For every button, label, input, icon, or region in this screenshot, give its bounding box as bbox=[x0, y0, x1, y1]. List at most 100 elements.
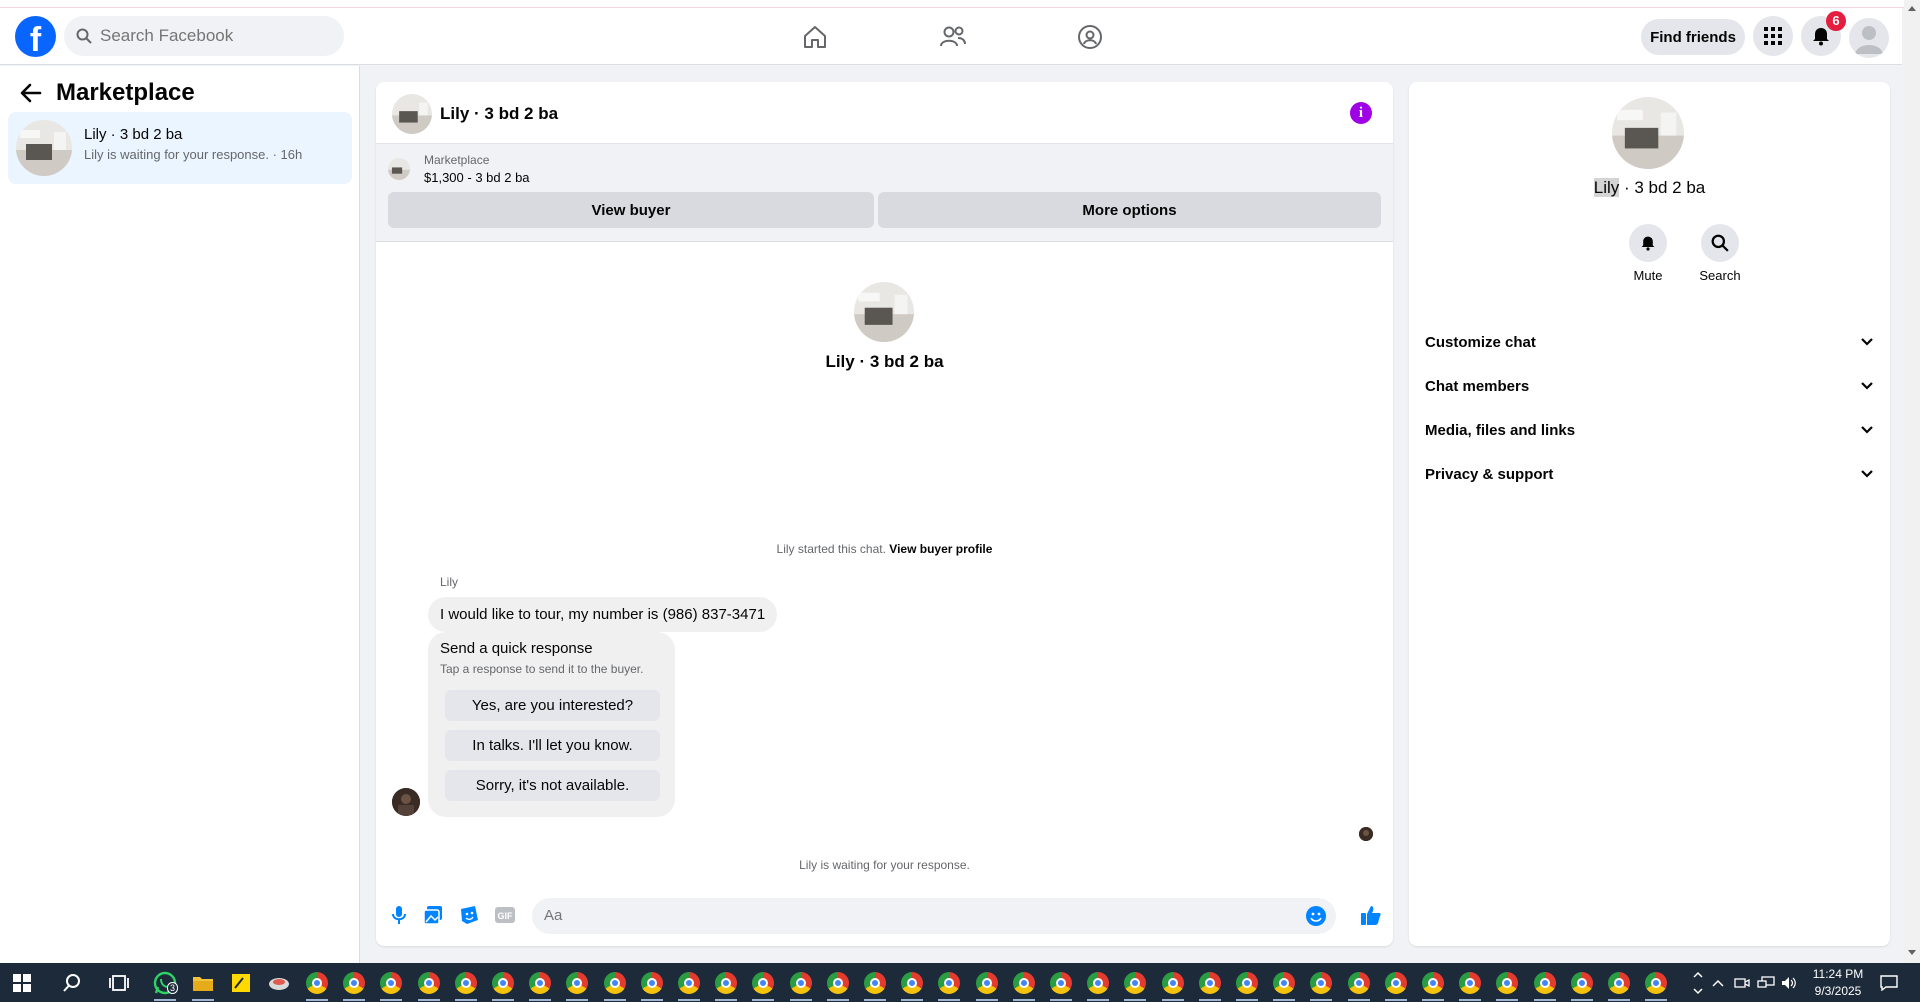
chrome-window-icon[interactable] bbox=[377, 969, 405, 1001]
photo-attach-icon[interactable] bbox=[422, 904, 444, 926]
network-icon[interactable] bbox=[1757, 963, 1775, 1002]
chat-members-section[interactable]: Chat members bbox=[1425, 364, 1874, 408]
file-explorer-icon[interactable] bbox=[189, 969, 217, 1001]
back-arrow-icon[interactable] bbox=[18, 80, 46, 108]
chrome-window-icon[interactable] bbox=[787, 969, 815, 1001]
chrome-window-icon[interactable] bbox=[861, 969, 889, 1001]
profile-avatar[interactable] bbox=[1849, 18, 1889, 58]
details-thumbnail[interactable] bbox=[1612, 97, 1684, 169]
chrome-window-icon[interactable] bbox=[935, 969, 963, 1001]
chrome-window-icon[interactable] bbox=[1456, 969, 1484, 1001]
chrome-window-icon[interactable] bbox=[749, 969, 777, 1001]
conversation-item[interactable]: Lily · 3 bd 2 ba Lily is waiting for you… bbox=[8, 112, 352, 184]
chrome-window-icon[interactable] bbox=[1642, 969, 1670, 1001]
media-files-links-section[interactable]: Media, files and links bbox=[1425, 408, 1874, 452]
volume-icon[interactable] bbox=[1781, 963, 1797, 1002]
chrome-window-icon[interactable] bbox=[1345, 969, 1373, 1001]
facebook-logo-icon[interactable]: f bbox=[15, 16, 56, 57]
menu-grid-icon[interactable] bbox=[1753, 16, 1793, 56]
quick-response-button[interactable]: Sorry, it's not available. bbox=[445, 770, 660, 801]
gif-icon[interactable]: GIF bbox=[494, 904, 516, 926]
search-action[interactable]: Search bbox=[1685, 224, 1755, 283]
chrome-window-icon[interactable] bbox=[415, 969, 443, 1001]
chrome-window-icon[interactable] bbox=[1531, 969, 1559, 1001]
chrome-window-icon[interactable] bbox=[898, 969, 926, 1001]
search-box[interactable] bbox=[64, 16, 344, 56]
chrome-window-icon[interactable] bbox=[1568, 969, 1596, 1001]
tray-meet-icon[interactable] bbox=[1734, 963, 1750, 1002]
message-composer[interactable] bbox=[532, 898, 1336, 934]
chrome-window-icon[interactable] bbox=[1270, 969, 1298, 1001]
search-input[interactable] bbox=[100, 26, 320, 46]
tray-scroll-icon[interactable] bbox=[1692, 967, 1704, 999]
chrome-window-icon[interactable] bbox=[303, 969, 331, 1001]
chrome-window-icon[interactable] bbox=[1233, 969, 1261, 1001]
sender-avatar[interactable] bbox=[392, 788, 420, 816]
chrome-window-icon[interactable] bbox=[712, 969, 740, 1001]
browser-edge bbox=[0, 0, 1920, 8]
microphone-icon[interactable] bbox=[388, 904, 410, 926]
page-scrollbar[interactable] bbox=[1904, 0, 1920, 963]
quick-response-button[interactable]: In talks. I'll let you know. bbox=[445, 730, 660, 761]
listing-price[interactable]: $1,300 - 3 bd 2 ba bbox=[424, 170, 530, 185]
chrome-window-icon[interactable] bbox=[1196, 969, 1224, 1001]
quick-response-button[interactable]: Yes, are you interested? bbox=[445, 690, 660, 721]
taskbar-search-icon[interactable] bbox=[58, 969, 86, 997]
chrome-icon bbox=[975, 972, 998, 994]
info-icon[interactable]: i bbox=[1350, 102, 1372, 124]
chat-title[interactable]: Lily · 3 bd 2 ba bbox=[440, 104, 558, 124]
view-buyer-button[interactable]: View buyer bbox=[388, 192, 874, 228]
chrome-window-icon[interactable] bbox=[563, 969, 591, 1001]
find-friends-button[interactable]: Find friends bbox=[1641, 19, 1745, 55]
chrome-window-icon[interactable] bbox=[1307, 969, 1335, 1001]
chrome-window-icon[interactable] bbox=[1493, 969, 1521, 1001]
privacy-support-section[interactable]: Privacy & support bbox=[1425, 452, 1874, 496]
chrome-window-icon[interactable] bbox=[452, 969, 480, 1001]
chrome-window-icon[interactable] bbox=[489, 969, 517, 1001]
sticker-icon[interactable] bbox=[458, 904, 480, 926]
mute-action[interactable]: Mute bbox=[1613, 224, 1683, 283]
chrome-window-icon[interactable] bbox=[675, 969, 703, 1001]
chrome-window-icon[interactable] bbox=[1121, 969, 1149, 1001]
chrome-window-icon[interactable] bbox=[526, 969, 554, 1001]
friends-icon[interactable] bbox=[938, 22, 968, 52]
more-options-button[interactable]: More options bbox=[878, 192, 1381, 228]
chrome-window-icon[interactable] bbox=[601, 969, 629, 1001]
quick-response-title: Send a quick response bbox=[440, 640, 593, 657]
scroll-down-arrow-icon[interactable] bbox=[1908, 950, 1916, 955]
chrome-icon bbox=[1570, 972, 1593, 994]
chrome-window-icon[interactable] bbox=[1419, 969, 1447, 1001]
chrome-window-icon[interactable] bbox=[824, 969, 852, 1001]
scroll-up-arrow-icon[interactable] bbox=[1908, 6, 1916, 11]
chrome-window-icon[interactable] bbox=[1084, 969, 1112, 1001]
search-in-chat-icon[interactable] bbox=[1701, 224, 1739, 262]
emoji-icon[interactable] bbox=[1306, 906, 1326, 926]
chrome-window-icon[interactable] bbox=[1047, 969, 1075, 1001]
chrome-window-icon[interactable] bbox=[973, 969, 1001, 1001]
windows-start-icon[interactable] bbox=[8, 969, 36, 997]
thumbs-up-icon[interactable] bbox=[1358, 904, 1384, 926]
groups-icon[interactable] bbox=[1075, 22, 1105, 52]
task-view-icon[interactable] bbox=[105, 969, 133, 997]
app-snipping-icon[interactable] bbox=[265, 969, 293, 997]
chrome-window-icon[interactable] bbox=[1010, 969, 1038, 1001]
chrome-icon bbox=[380, 972, 403, 994]
view-buyer-profile-link[interactable]: View buyer profile bbox=[889, 542, 992, 556]
home-icon[interactable] bbox=[800, 22, 830, 52]
chrome-icon bbox=[1533, 972, 1556, 994]
sticky-notes-icon[interactable] bbox=[227, 969, 255, 997]
taskbar-clock[interactable]: 11:24 PM 9/3/2025 bbox=[1800, 966, 1876, 1000]
chrome-window-icon[interactable] bbox=[340, 969, 368, 1001]
chrome-icon bbox=[306, 972, 328, 994]
notification-center-icon[interactable] bbox=[1880, 963, 1898, 1002]
chrome-window-icon[interactable] bbox=[1382, 969, 1410, 1001]
chrome-window-icon[interactable] bbox=[1159, 969, 1187, 1001]
message-input[interactable] bbox=[544, 907, 1244, 924]
whatsapp-icon[interactable]: 3 bbox=[151, 969, 179, 1001]
tray-show-hidden-icon[interactable] bbox=[1712, 963, 1724, 1002]
chat-header-thumbnail[interactable] bbox=[392, 94, 432, 134]
mute-bell-icon[interactable] bbox=[1629, 224, 1667, 262]
customize-chat-section[interactable]: Customize chat bbox=[1425, 320, 1874, 364]
chrome-window-icon[interactable] bbox=[1605, 969, 1633, 1001]
chrome-window-icon[interactable] bbox=[638, 969, 666, 1001]
